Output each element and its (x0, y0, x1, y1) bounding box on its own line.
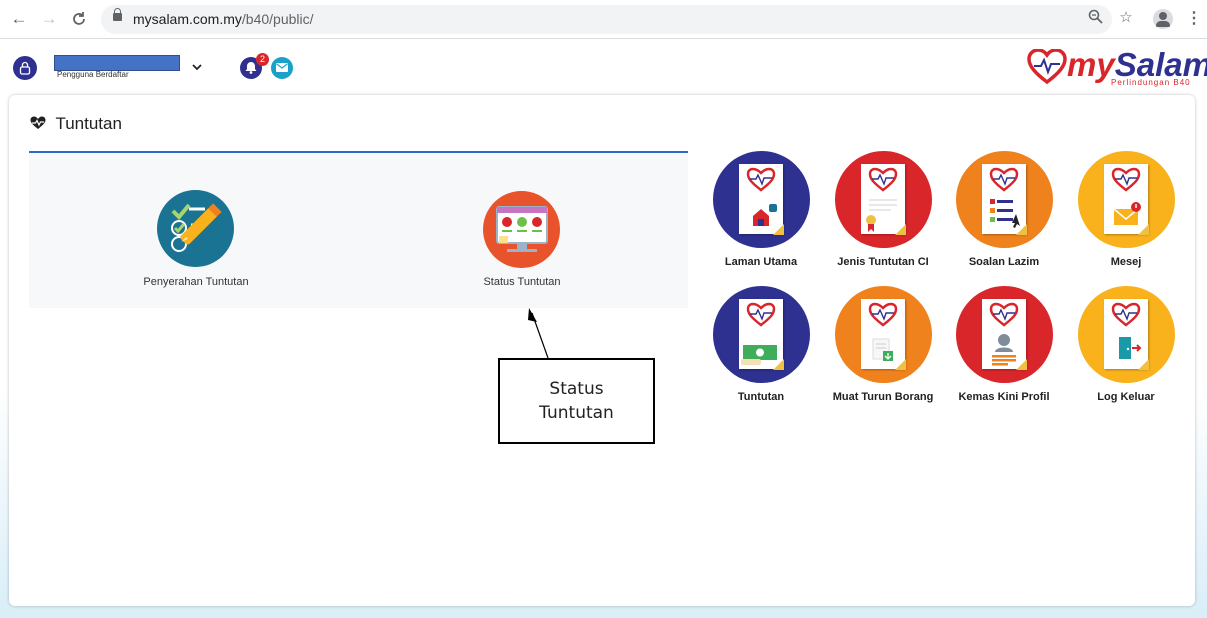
faq-doc-icon (955, 151, 1053, 248)
money-doc-icon (712, 286, 810, 383)
home-doc-icon (712, 151, 810, 248)
notification-badge: 2 (256, 53, 269, 66)
star-icon[interactable]: ☆ (1116, 8, 1136, 28)
username-redacted (54, 55, 180, 71)
annotation-callout: Status Tuntutan (498, 358, 655, 444)
certificate-doc-icon (834, 151, 932, 248)
menu-laman-utama[interactable]: Laman Utama (706, 151, 816, 268)
menu-log-keluar[interactable]: Log Keluar (1071, 286, 1181, 403)
monitor-status-icon[interactable] (483, 191, 560, 268)
checklist-pencil-icon[interactable] (157, 190, 234, 267)
logout-doc-icon (1077, 286, 1175, 383)
forward-button[interactable]: → (38, 8, 60, 30)
url-host: mysalam.com.my (133, 11, 242, 27)
menu-soalan-lazim[interactable]: Soalan Lazim (949, 151, 1059, 268)
download-doc-icon (834, 286, 932, 383)
zoom-icon[interactable] (1085, 9, 1105, 29)
menu-tuntutan[interactable]: Tuntutan (706, 286, 816, 403)
heartbeat-icon (30, 116, 50, 133)
claim-status-label[interactable]: Status Tuntutan (442, 276, 602, 288)
menu-kemas-kini-profil[interactable]: Kemas Kini Profil (949, 286, 1059, 403)
menu-mesej[interactable]: Mesej (1071, 151, 1181, 268)
menu-jenis-tuntutan-ci[interactable]: Jenis Tuntutan CI (828, 151, 938, 268)
browser-toolbar: ← → mysalam.com.my/b40/public/ ☆ ⋮ (0, 0, 1207, 39)
user-avatar-icon[interactable] (13, 56, 37, 80)
annotation-arrow (528, 308, 549, 359)
back-button[interactable]: ← (8, 8, 30, 30)
reload-button[interactable] (68, 8, 90, 30)
mail-icon[interactable] (271, 57, 293, 79)
mail-doc-icon (1077, 151, 1175, 248)
logo-tagline: Perlindungan B40 (1111, 78, 1191, 87)
mysalam-logo-heart-icon (1027, 49, 1067, 85)
menu-muat-turun-borang[interactable]: Muat Turun Borang (828, 286, 938, 403)
browser-profile-icon[interactable] (1153, 9, 1173, 29)
chevron-down-icon[interactable] (192, 60, 202, 74)
url-path: /b40/public/ (241, 11, 314, 27)
address-bar[interactable]: mysalam.com.my/b40/public/ (101, 5, 1112, 34)
profile-doc-icon (955, 286, 1053, 383)
lock-icon (113, 8, 122, 21)
page-title: Tuntutan (30, 114, 122, 134)
user-role-label: Pengguna Berdaftar (57, 70, 129, 79)
browser-menu-icon[interactable]: ⋮ (1186, 8, 1202, 28)
claim-submission-label[interactable]: Penyerahan Tuntutan (116, 276, 276, 288)
